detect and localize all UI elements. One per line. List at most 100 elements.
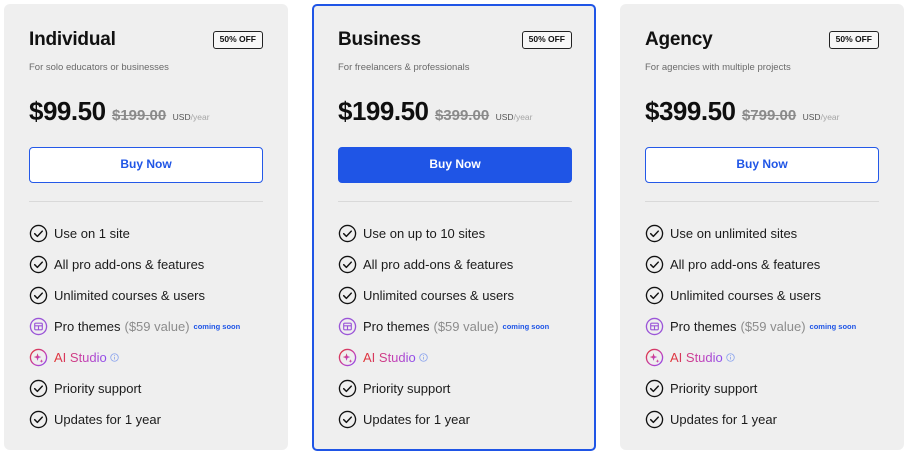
feature-label: Unlimited courses & users bbox=[54, 288, 205, 303]
feature-label: Use on 1 site bbox=[54, 226, 130, 241]
plan-card-content: Individual 50% OFF For solo educators or… bbox=[29, 4, 263, 450]
feature-item: AI Studio bbox=[29, 342, 240, 373]
plan-tagline: For agencies with multiple projects bbox=[645, 62, 791, 73]
buy-now-button[interactable]: Buy Now bbox=[645, 147, 879, 183]
feature-item: Priority support bbox=[29, 373, 240, 404]
feature-item: Priority support bbox=[645, 373, 856, 404]
billing-period: /year bbox=[190, 112, 210, 122]
feature-list: Use on 1 site All pro add-ons & features… bbox=[29, 218, 240, 435]
check-circle-icon bbox=[645, 410, 664, 429]
plan-card-content: Business 50% OFF For freelancers & profe… bbox=[338, 4, 572, 447]
check-circle-icon bbox=[645, 224, 664, 243]
ai-studio-icon bbox=[338, 348, 357, 367]
coming-soon-label: coming soon bbox=[502, 322, 550, 331]
feature-item: AI Studio bbox=[645, 342, 856, 373]
check-circle-icon bbox=[29, 286, 48, 305]
feature-item: Use on unlimited sites bbox=[645, 218, 856, 249]
plan-tagline: For solo educators or businesses bbox=[29, 62, 169, 73]
pro-theme-icon bbox=[645, 317, 664, 336]
feature-label: Unlimited courses & users bbox=[363, 288, 514, 303]
feature-label: Priority support bbox=[54, 381, 142, 396]
feature-list: Use on unlimited sites All pro add-ons &… bbox=[645, 218, 856, 435]
feature-list: Use on up to 10 sites All pro add-ons & … bbox=[338, 218, 549, 435]
feature-label: Pro themes bbox=[670, 319, 737, 334]
feature-item: Pro themes ($59 value) coming soon bbox=[29, 311, 240, 342]
feature-label: All pro add-ons & features bbox=[670, 257, 821, 272]
feature-item: Updates for 1 year bbox=[645, 404, 856, 435]
currency: USD bbox=[172, 112, 191, 122]
plan-tagline: For freelancers & professionals bbox=[338, 62, 470, 73]
check-circle-icon bbox=[29, 224, 48, 243]
check-circle-icon bbox=[338, 255, 357, 274]
feature-item: AI Studio bbox=[338, 342, 549, 373]
pro-theme-icon bbox=[338, 317, 357, 336]
buy-now-button[interactable]: Buy Now bbox=[338, 147, 572, 183]
feature-value: ($59 value) bbox=[740, 319, 806, 334]
feature-label: AI Studio bbox=[363, 350, 416, 365]
check-circle-icon bbox=[645, 379, 664, 398]
check-circle-icon bbox=[338, 224, 357, 243]
divider bbox=[29, 201, 263, 202]
feature-label: Use on unlimited sites bbox=[670, 226, 798, 241]
info-icon[interactable] bbox=[110, 353, 119, 362]
feature-label: Updates for 1 year bbox=[670, 412, 777, 427]
old-price: $199.00 bbox=[111, 107, 167, 124]
coming-soon-label: coming soon bbox=[809, 322, 857, 331]
feature-item: All pro add-ons & features bbox=[338, 249, 549, 280]
info-icon[interactable] bbox=[726, 353, 735, 362]
ai-studio-icon bbox=[29, 348, 48, 367]
check-circle-icon bbox=[29, 410, 48, 429]
feature-label: All pro add-ons & features bbox=[363, 257, 514, 272]
info-icon[interactable] bbox=[419, 353, 428, 362]
pro-theme-icon bbox=[29, 317, 48, 336]
price-row: $99.50 $199.00 USD/year bbox=[29, 96, 210, 127]
discount-badge: 50% OFF bbox=[828, 31, 879, 49]
pricing-plans: Individual 50% OFF For solo educators or… bbox=[0, 0, 910, 456]
coming-soon-label: coming soon bbox=[193, 322, 241, 331]
check-circle-icon bbox=[645, 286, 664, 305]
ai-studio-icon bbox=[645, 348, 664, 367]
feature-label: Unlimited courses & users bbox=[670, 288, 821, 303]
feature-label: Priority support bbox=[670, 381, 758, 396]
plan-card-agency: Agency 50% OFF For agencies with multipl… bbox=[620, 4, 904, 450]
feature-value: ($59 value) bbox=[433, 319, 499, 334]
feature-item: Priority support bbox=[338, 373, 549, 404]
old-price: $799.00 bbox=[741, 107, 797, 124]
check-circle-icon bbox=[29, 379, 48, 398]
price-row: $399.50 $799.00 USD/year bbox=[645, 96, 839, 127]
feature-item: Updates for 1 year bbox=[29, 404, 240, 435]
check-circle-icon bbox=[645, 255, 664, 274]
feature-label: Updates for 1 year bbox=[54, 412, 161, 427]
buy-now-button[interactable]: Buy Now bbox=[29, 147, 263, 183]
plan-name: Business bbox=[338, 29, 421, 50]
feature-label: Pro themes bbox=[363, 319, 430, 334]
feature-label: Use on up to 10 sites bbox=[363, 226, 486, 241]
feature-label: Priority support bbox=[363, 381, 451, 396]
price: $399.50 bbox=[645, 96, 736, 126]
plan-name: Individual bbox=[29, 29, 116, 50]
feature-item: All pro add-ons & features bbox=[29, 249, 240, 280]
check-circle-icon bbox=[338, 410, 357, 429]
feature-value: ($59 value) bbox=[124, 319, 190, 334]
price: $99.50 bbox=[29, 96, 106, 126]
discount-badge: 50% OFF bbox=[212, 31, 263, 49]
feature-item: All pro add-ons & features bbox=[645, 249, 856, 280]
plan-card-content: Agency 50% OFF For agencies with multipl… bbox=[645, 4, 879, 450]
divider bbox=[338, 201, 572, 202]
currency: USD bbox=[802, 112, 821, 122]
feature-item: Pro themes ($59 value) coming soon bbox=[338, 311, 549, 342]
price-row: $199.50 $399.00 USD/year bbox=[338, 96, 532, 127]
discount-badge: 50% OFF bbox=[521, 31, 572, 49]
currency: USD bbox=[495, 112, 514, 122]
divider bbox=[645, 201, 879, 202]
feature-item: Unlimited courses & users bbox=[645, 280, 856, 311]
billing-period: /year bbox=[513, 112, 533, 122]
billing-period: /year bbox=[820, 112, 840, 122]
check-circle-icon bbox=[29, 255, 48, 274]
feature-label: All pro add-ons & features bbox=[54, 257, 205, 272]
feature-item: Pro themes ($59 value) coming soon bbox=[645, 311, 856, 342]
feature-item: Unlimited courses & users bbox=[29, 280, 240, 311]
check-circle-icon bbox=[338, 379, 357, 398]
feature-label: AI Studio bbox=[670, 350, 723, 365]
price: $199.50 bbox=[338, 96, 429, 126]
